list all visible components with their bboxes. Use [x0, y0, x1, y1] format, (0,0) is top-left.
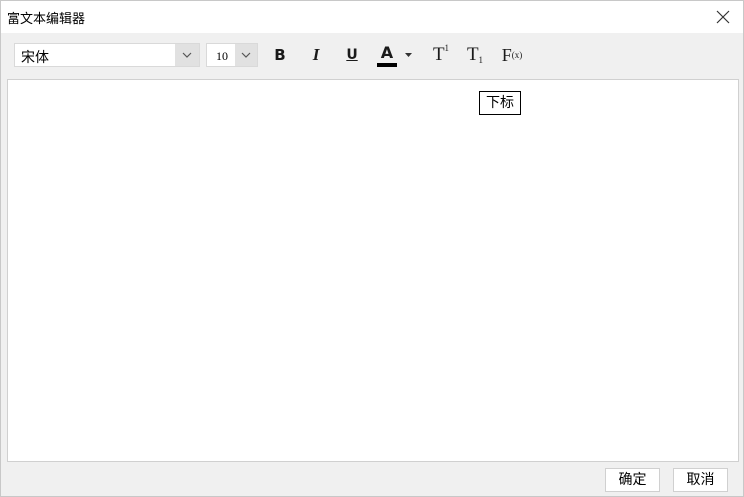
chevron-down-icon — [182, 52, 192, 58]
cancel-button[interactable]: 取消 — [673, 468, 728, 492]
dialog-title: 富文本编辑器 — [7, 12, 86, 27]
chevron-down-icon — [241, 52, 251, 58]
font-size-select[interactable]: 10 — [206, 43, 258, 67]
formula-mark: (x) — [511, 50, 523, 60]
subscript-base: T — [466, 44, 479, 65]
formula-button[interactable]: F (x) — [499, 43, 525, 67]
font-size-dropdown-button[interactable] — [235, 44, 257, 66]
subscript-mark: 1 — [478, 55, 484, 65]
font-color-swatch — [377, 63, 397, 67]
font-family-select[interactable]: 宋体 — [14, 43, 200, 67]
superscript-base: T — [432, 44, 445, 65]
close-button[interactable] — [705, 3, 741, 31]
title-bar: 富文本编辑器 — [1, 1, 743, 33]
caret-down-icon[interactable] — [405, 53, 412, 57]
italic-button[interactable]: I — [305, 43, 327, 67]
superscript-mark: 1 — [444, 43, 450, 53]
font-size-value: 10 — [216, 49, 228, 63]
superscript-button[interactable]: T1 — [429, 43, 453, 67]
rich-text-editor-dialog: 富文本编辑器 宋体 10 B I U A T 1 T 1 F (x) 下标 确定… — [0, 0, 744, 497]
underline-button[interactable]: U — [341, 43, 363, 67]
subscript-button[interactable]: T1 — [463, 43, 487, 67]
close-icon — [716, 10, 730, 24]
font-color-button[interactable]: A — [373, 43, 417, 67]
bold-button[interactable]: B — [269, 43, 291, 67]
subscript-tooltip: 下标 — [479, 91, 521, 115]
ok-button[interactable]: 确定 — [605, 468, 660, 492]
font-family-value: 宋体 — [21, 50, 49, 66]
formula-base: F — [501, 44, 512, 65]
editor-content-area[interactable] — [7, 79, 739, 462]
font-family-dropdown-button[interactable] — [175, 44, 199, 66]
formatting-toolbar: 宋体 10 B I U A T1 T 1 F (x) — [1, 33, 743, 77]
